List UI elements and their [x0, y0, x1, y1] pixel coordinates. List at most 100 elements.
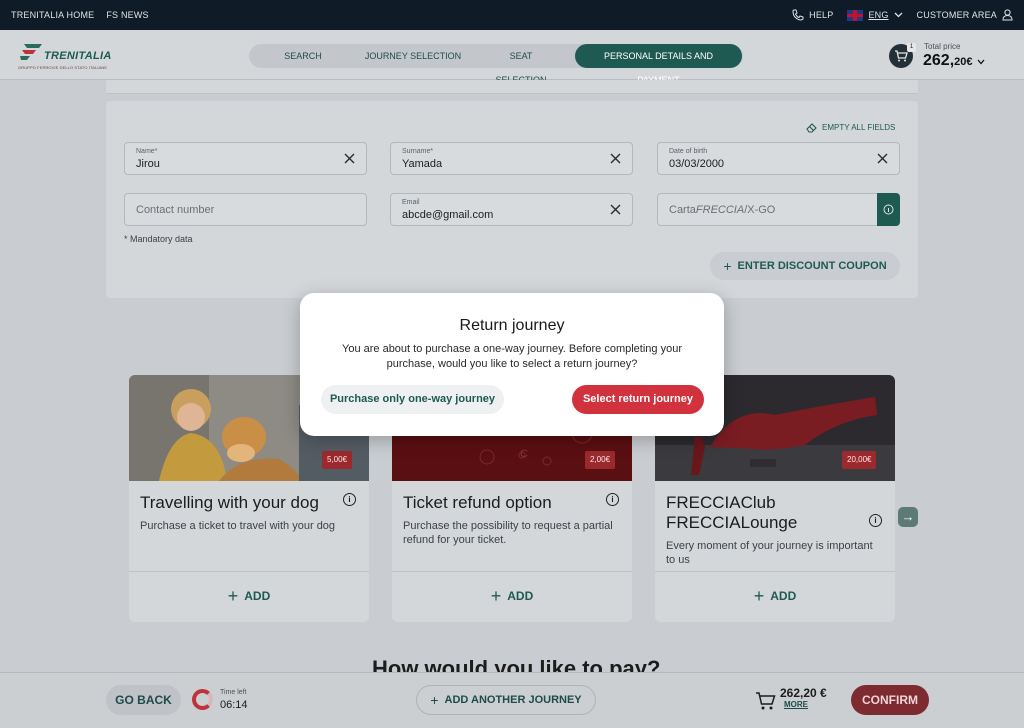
total-price-main: 262,: [923, 52, 955, 69]
carta-italic: FRECCIA: [695, 204, 745, 216]
purchase-one-way-button[interactable]: Purchase only one-way journey: [321, 385, 504, 414]
add-frecciaclub-button[interactable]: + ADD: [655, 586, 895, 607]
carta-freccia-placeholder: CartaFRECCIA/X-GO: [669, 204, 775, 216]
add-another-journey-button[interactable]: + ADD ANOTHER JOURNEY: [416, 685, 596, 715]
coupon-label: ENTER DISCOUNT COUPON: [737, 260, 887, 272]
plus-icon: +: [430, 692, 439, 708]
add-another-journey-label: ADD ANOTHER JOURNEY: [444, 694, 582, 706]
enter-discount-coupon-button[interactable]: + ENTER DISCOUNT COUPON: [710, 252, 900, 280]
language-selector[interactable]: ENG: [847, 9, 903, 21]
mandatory-note: * Mandatory data: [124, 234, 193, 244]
chevron-down-icon: [894, 12, 903, 18]
add-label: ADD: [770, 589, 797, 603]
price-badge: 5,00€: [322, 451, 353, 469]
empty-all-fields-button[interactable]: EMPTY ALL FIELDS: [806, 122, 895, 133]
logo-text: TRENITALIA: [44, 50, 112, 62]
header: TRENITALIA GRUPPO FERROVIE DELLO STATO I…: [0, 30, 1024, 85]
language-label: ENG: [868, 10, 889, 20]
cart-count-badge: 1: [907, 43, 916, 52]
total-price-label: Total price: [924, 42, 961, 51]
divider: [129, 571, 369, 572]
email-field[interactable]: Email abcde@gmail.com: [390, 193, 633, 226]
price-badge: 2,00€: [585, 451, 616, 469]
help-link[interactable]: HELP: [792, 9, 833, 21]
info-icon[interactable]: i: [869, 514, 882, 527]
logo-subtitle: GRUPPO FERROVIE DELLO STATO ITALIANE: [18, 65, 108, 70]
plus-icon: +: [490, 586, 502, 606]
timer-ring-icon: [192, 689, 213, 710]
step-personal-details-payment[interactable]: PERSONAL DETAILS AND PAYMENT: [575, 44, 742, 85]
select-return-journey-button[interactable]: Select return journey: [572, 385, 704, 414]
fs-news-link[interactable]: FS NEWS: [106, 10, 148, 20]
chevron-down-icon: [977, 59, 985, 65]
more-link[interactable]: MORE: [784, 700, 808, 709]
add-label: ADD: [507, 589, 534, 603]
name-field[interactable]: Name* Jirou: [124, 142, 367, 175]
carta-info-button[interactable]: [877, 193, 900, 226]
user-icon: [1002, 9, 1013, 21]
bottom-total-amount: 262,20 €: [780, 686, 827, 700]
time-left-label: Time left: [220, 689, 247, 696]
help-label: HELP: [809, 10, 834, 20]
customer-area-label: CUSTOMER AREA: [916, 10, 997, 20]
info-icon[interactable]: i: [606, 493, 619, 506]
contact-number-field[interactable]: Contact number: [124, 193, 367, 226]
customer-area-link[interactable]: CUSTOMER AREA: [917, 9, 1013, 21]
add-dog-button[interactable]: + ADD: [129, 586, 369, 607]
date-of-birth-field[interactable]: Date of birth 03/03/2000: [657, 142, 900, 175]
trenitalia-logo-mark-icon: [20, 44, 42, 60]
date-of-birth-label: Date of birth: [669, 148, 708, 155]
email-label: Email: [402, 199, 420, 206]
step-journey-selection[interactable]: JOURNEY SELECTION: [362, 44, 464, 68]
info-icon[interactable]: i: [343, 493, 356, 506]
step-seat-selection[interactable]: SEAT SELECTION: [483, 44, 559, 85]
total-price-value[interactable]: 262,20€: [923, 52, 985, 70]
top-bar: TRENITALIA HOME FS NEWS HELP ENG CUSTOME…: [0, 0, 1024, 30]
cart-icon: [756, 692, 776, 710]
progress-steps: SEARCH JOURNEY SELECTION SEAT SELECTION …: [249, 44, 743, 85]
clear-icon[interactable]: [876, 152, 889, 165]
plus-icon: +: [723, 258, 732, 274]
email-value: abcde@gmail.com: [402, 209, 494, 221]
name-label: Name*: [136, 148, 158, 155]
date-of-birth-value: 03/03/2000: [669, 158, 725, 170]
product-description: Every moment of your journey is importan…: [666, 540, 873, 566]
carta-freccia-field[interactable]: CartaFRECCIA/X-GO: [657, 193, 900, 226]
trenitalia-logo[interactable]: TRENITALIA GRUPPO FERROVIE DELLO STATO I…: [16, 40, 112, 72]
carta-suffix: /X-GO: [744, 204, 776, 216]
divider: [655, 571, 895, 572]
info-icon: [883, 204, 894, 215]
eraser-icon: [806, 123, 817, 133]
trenitalia-home-link[interactable]: TRENITALIA HOME: [11, 10, 94, 20]
product-title: Ticket refund option: [403, 493, 552, 512]
go-back-button[interactable]: GO BACK: [106, 685, 181, 715]
price-badge: 20,00€: [842, 451, 877, 469]
clear-icon[interactable]: [609, 152, 622, 165]
plus-icon: +: [227, 586, 239, 606]
carta-prefix: Carta: [669, 204, 696, 216]
plus-icon: +: [753, 586, 765, 606]
clear-icon[interactable]: [343, 152, 356, 165]
product-description: Purchase the possibility to request a pa…: [403, 520, 613, 546]
contact-number-placeholder: Contact number: [136, 204, 215, 216]
svg-text:C: C: [520, 448, 528, 460]
time-left-value: 06:14: [220, 699, 248, 711]
name-value: Jirou: [136, 158, 160, 170]
total-price-cents: 20€: [954, 56, 973, 68]
surname-field[interactable]: Surname* Yamada: [390, 142, 633, 175]
add-refund-button[interactable]: + ADD: [392, 586, 632, 607]
empty-all-fields-label: EMPTY ALL FIELDS: [822, 123, 896, 132]
clear-icon[interactable]: [609, 203, 622, 216]
carousel-next-arrow-icon[interactable]: →: [898, 507, 918, 527]
modal-title: Return journey: [459, 317, 565, 334]
product-title: Travelling with your dog: [140, 493, 319, 512]
return-journey-modal: Return journey You are about to purchase…: [300, 293, 724, 436]
product-title: FRECCIAClub FRECCIALounge: [666, 493, 798, 532]
modal-description: You are about to purchase a one-way jour…: [342, 343, 682, 370]
product-description: Purchase a ticket to travel with your do…: [140, 520, 336, 532]
divider: [392, 571, 632, 572]
confirm-button[interactable]: CONFIRM: [851, 685, 929, 715]
surname-value: Yamada: [402, 158, 443, 170]
step-search[interactable]: SEARCH: [275, 44, 331, 68]
uk-flag-icon: [847, 9, 864, 21]
